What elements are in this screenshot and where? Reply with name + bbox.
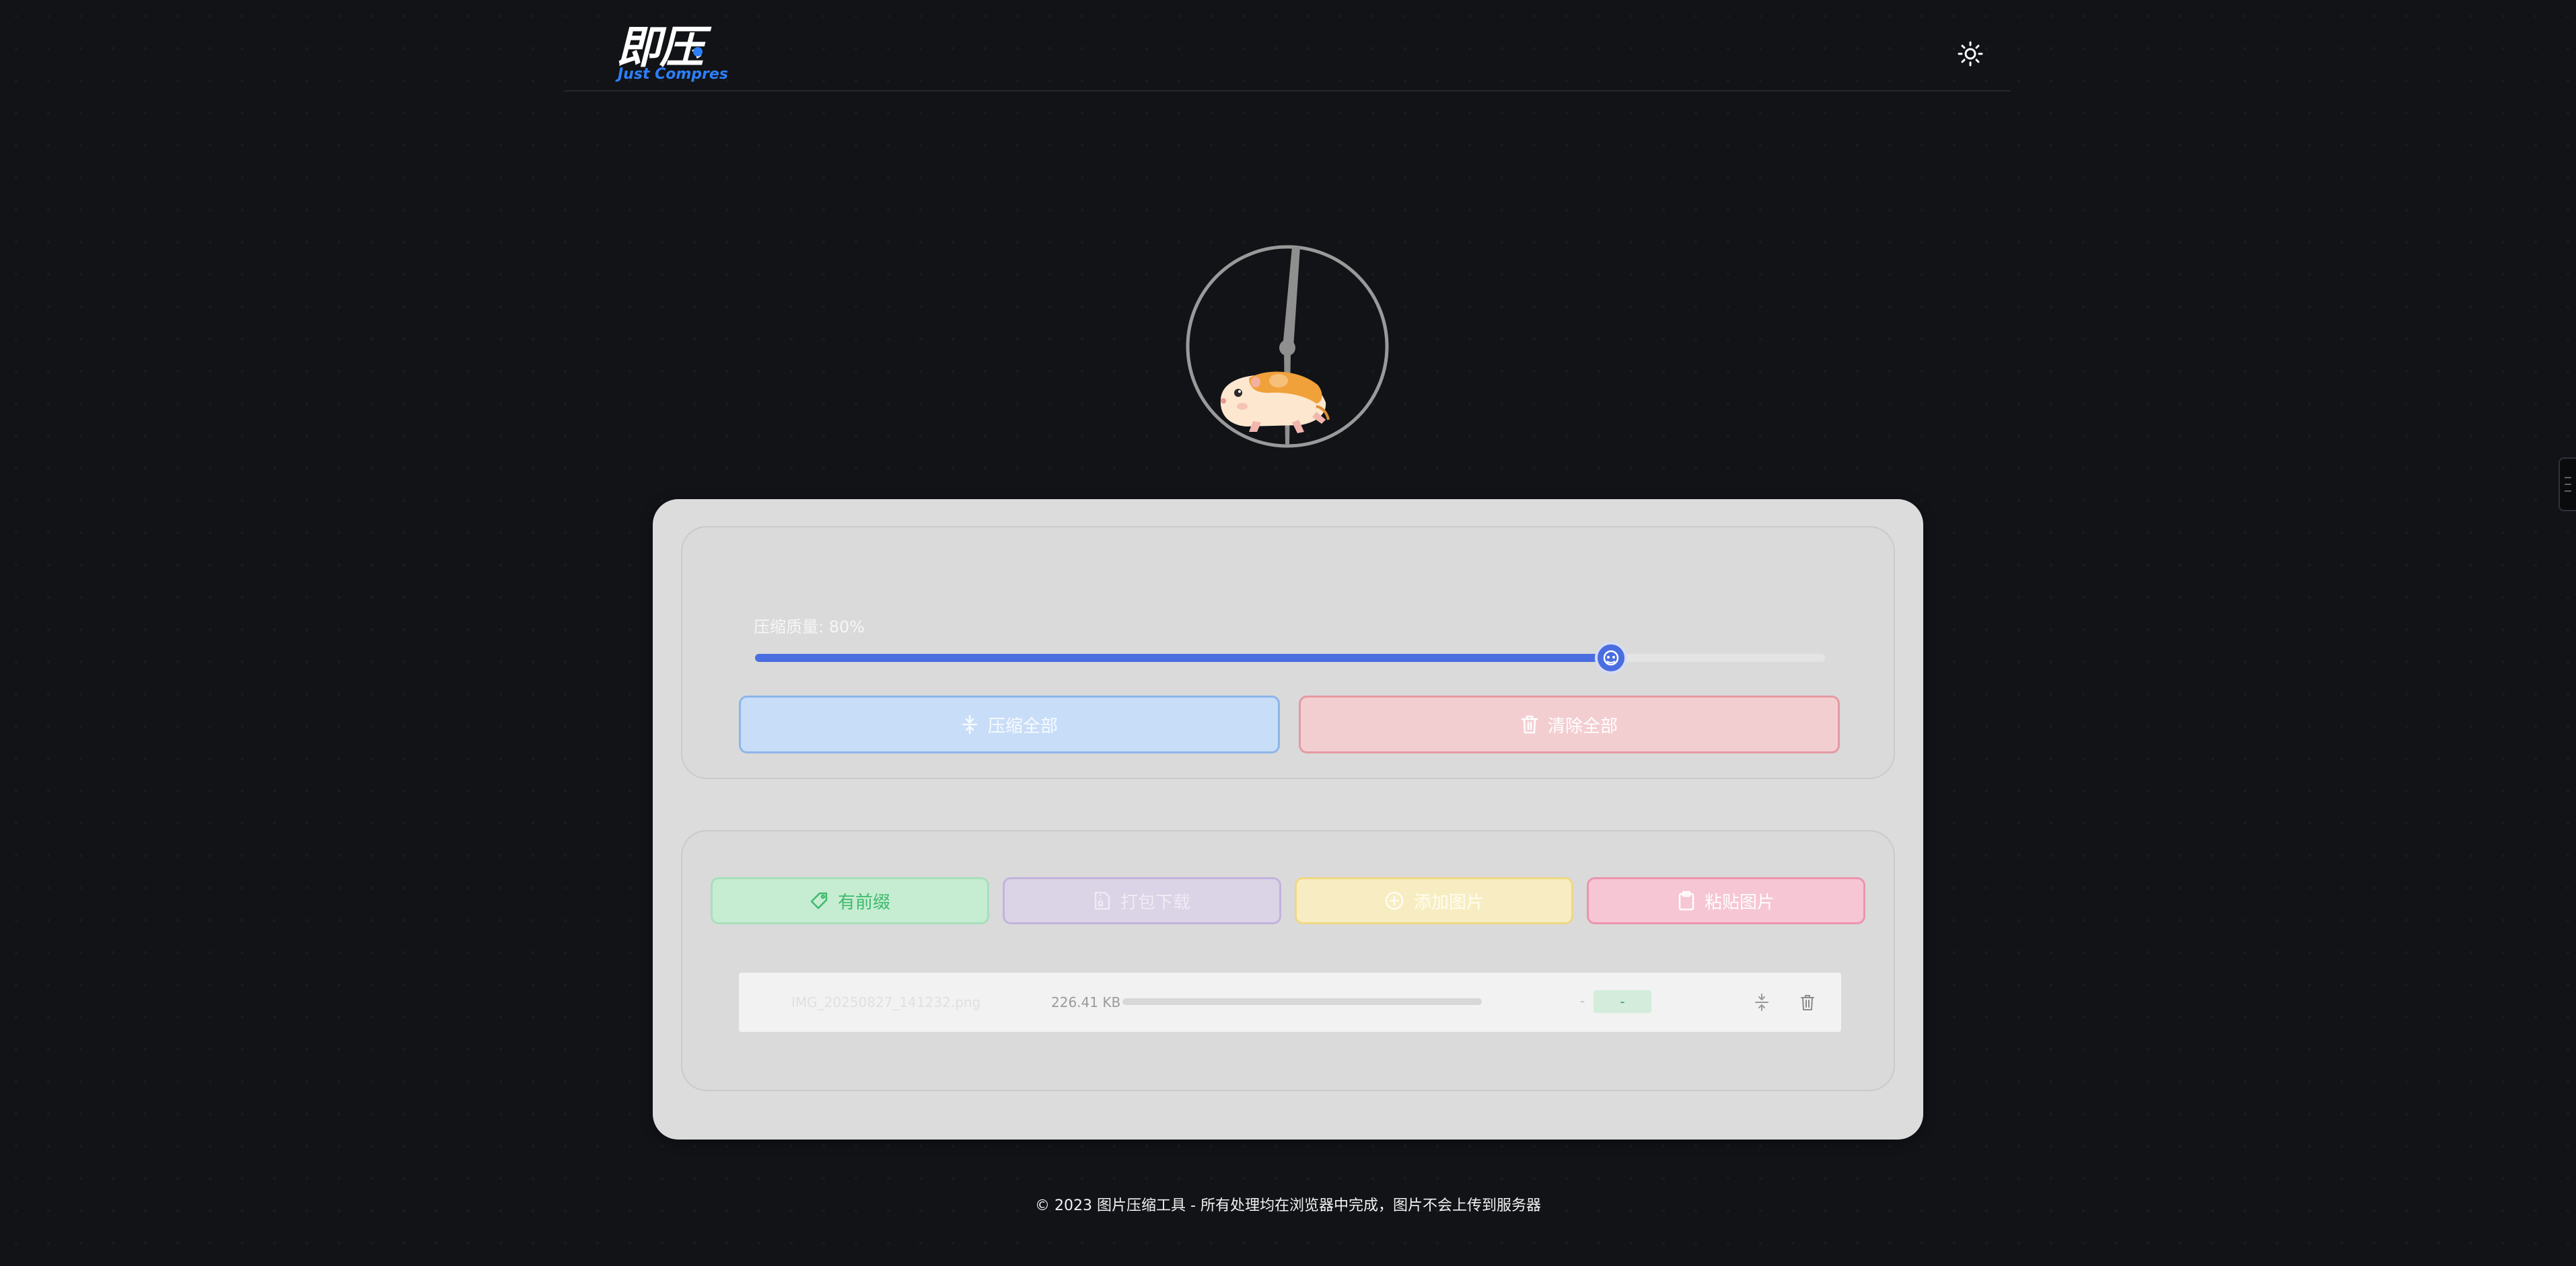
prefix-label: 有前缀 xyxy=(837,892,890,913)
file-size: 226.41 KB xyxy=(1051,994,1121,1010)
main-card: 压缩质量: 80% 压缩全部 清除全部 有前缀 打包下载 添加图片 粘贴图片 I… xyxy=(653,499,1923,1140)
compression-ratio-badge: - xyxy=(1594,990,1651,1013)
clear-all-button[interactable]: 清除全部 xyxy=(1299,696,1840,753)
paste-image-label: 粘贴图片 xyxy=(1704,892,1775,913)
quality-slider-fill xyxy=(755,654,1611,662)
download-label: 打包下载 xyxy=(1120,892,1190,913)
quality-slider[interactable] xyxy=(755,642,1825,674)
archive-icon xyxy=(1094,891,1110,910)
add-circle-icon xyxy=(1385,891,1404,910)
hamster-face-icon xyxy=(1603,650,1619,666)
trash-icon xyxy=(1801,995,1814,1010)
compress-icon xyxy=(962,714,978,735)
logo-english-text: Just Compres xyxy=(618,66,728,83)
header-divider xyxy=(564,90,2011,91)
compress-icon xyxy=(1755,994,1768,1011)
file-list-panel: 有前缀 打包下载 添加图片 粘贴图片 IMG_20250827_141232.p… xyxy=(681,830,1895,1091)
file-row: IMG_20250827_141232.png 226.41 KB - - xyxy=(739,973,1841,1032)
logo-dot xyxy=(693,47,703,57)
compress-all-label: 压缩全部 xyxy=(987,716,1058,737)
logo[interactable]: 即压 Just Compres xyxy=(616,21,728,83)
prefix-toggle-button[interactable]: 有前缀 xyxy=(711,877,989,924)
tag-icon xyxy=(810,892,828,909)
add-image-label: 添加图片 xyxy=(1413,892,1484,913)
download-zip-button[interactable]: 打包下载 xyxy=(1003,877,1281,924)
hamster-wheel-illustration xyxy=(1184,244,1390,449)
trash-icon xyxy=(1521,715,1538,734)
logo-chinese-text: 即压 xyxy=(616,21,704,73)
sun-icon xyxy=(1958,41,1983,67)
compress-file-button[interactable] xyxy=(1748,989,1775,1016)
quality-slider-thumb[interactable] xyxy=(1595,642,1627,674)
compressed-size: - xyxy=(1580,993,1585,1009)
handle-line xyxy=(2565,484,2571,485)
theme-toggle-button[interactable] xyxy=(1957,40,1984,67)
clipboard-icon xyxy=(1678,891,1694,911)
side-drawer-handle[interactable] xyxy=(2559,457,2576,511)
delete-file-button[interactable] xyxy=(1794,989,1821,1016)
compress-all-button[interactable]: 压缩全部 xyxy=(739,696,1280,753)
file-name: IMG_20250827_141232.png xyxy=(791,994,981,1010)
footer-text: © 2023 图片压缩工具 - 所有处理均在浏览器中完成，图片不会上传到服务器 xyxy=(1035,1197,1541,1214)
handle-line xyxy=(2565,490,2571,492)
file-progress-bar xyxy=(1122,998,1482,1005)
add-image-button[interactable]: 添加图片 xyxy=(1295,877,1573,924)
quality-label: 压缩质量: 80% xyxy=(754,618,865,636)
compression-settings-panel: 压缩质量: 80% 压缩全部 清除全部 xyxy=(681,526,1895,779)
paste-image-button[interactable]: 粘贴图片 xyxy=(1587,877,1865,924)
clear-all-label: 清除全部 xyxy=(1547,716,1618,737)
handle-line xyxy=(2565,477,2571,478)
